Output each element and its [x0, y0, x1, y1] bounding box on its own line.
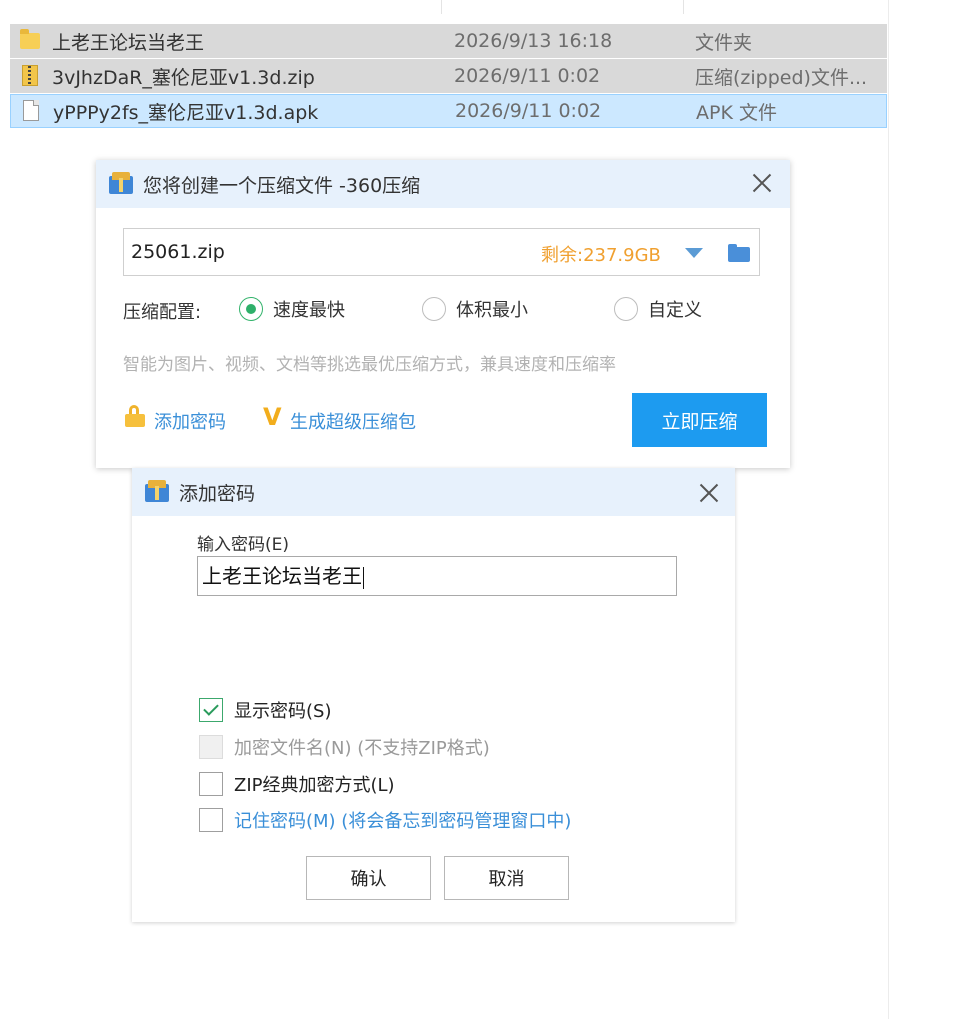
file-type: 压缩(zipped)文件...: [695, 66, 868, 89]
file-icon: [19, 99, 43, 123]
checkbox-label: 显示密码(S): [234, 701, 332, 722]
archive-filename[interactable]: 25061.zip: [131, 241, 225, 263]
checkbox-unchecked-icon[interactable]: [199, 772, 223, 796]
archive-app-icon: [145, 480, 171, 502]
radio-custom[interactable]: 自定义: [614, 296, 702, 322]
dialog-title: 您将创建一个压缩文件 -360压缩: [143, 175, 421, 197]
file-row-zip[interactable]: 3vJhzDaR_塞伦尼亚v1.3d.zip 2026/9/11 0:02 压缩…: [10, 59, 887, 93]
checkbox-label: 加密文件名(N) (不支持ZIP格式): [234, 738, 490, 759]
browse-folder-icon[interactable]: [728, 244, 750, 262]
text-caret: [363, 566, 364, 589]
close-icon[interactable]: [751, 172, 773, 194]
checkbox-checked-icon[interactable]: [199, 698, 223, 722]
file-name: 3vJhzDaR_塞伦尼亚v1.3d.zip: [52, 66, 315, 89]
zip-classic-checkbox[interactable]: ZIP经典加密方式(L): [199, 771, 395, 797]
compress-hint: 智能为图片、视频、文档等挑选最优压缩方式，兼具速度和压缩率: [123, 355, 616, 375]
checkbox-disabled-icon: [199, 735, 223, 759]
archive-path-input[interactable]: 25061.zip 剩余:237.9GB: [123, 228, 760, 276]
close-icon[interactable]: [698, 482, 720, 504]
dialog-titlebar[interactable]: 您将创建一个压缩文件 -360压缩: [96, 160, 790, 208]
radio-unselected-icon[interactable]: [614, 297, 638, 321]
password-value: 上老王论坛当老王: [202, 564, 362, 588]
config-label: 压缩配置:: [123, 302, 202, 323]
radio-fastest[interactable]: 速度最快: [239, 296, 345, 322]
folder-icon: [18, 29, 42, 53]
archive-app-icon: [109, 172, 135, 194]
compress-dialog: 您将创建一个压缩文件 -360压缩 25061.zip 剩余:237.9GB 压…: [96, 160, 790, 468]
show-password-checkbox[interactable]: 显示密码(S): [199, 697, 331, 723]
radio-unselected-icon[interactable]: [422, 297, 446, 321]
password-input-label: 输入密码(E): [197, 535, 290, 555]
radio-selected-icon[interactable]: [239, 297, 263, 321]
compress-now-button[interactable]: 立即压缩: [632, 393, 767, 447]
chevron-down-icon[interactable]: [685, 248, 703, 258]
radio-smallest[interactable]: 体积最小: [422, 296, 528, 322]
cancel-button[interactable]: 取消: [444, 856, 569, 900]
file-name: 上老王论坛当老王: [52, 31, 205, 54]
dialog-titlebar[interactable]: 添加密码: [132, 468, 735, 516]
file-type: 文件夹: [695, 31, 753, 54]
radio-label: 速度最快: [273, 300, 345, 321]
radio-label: 体积最小: [456, 300, 528, 321]
add-password-link[interactable]: 添加密码: [154, 408, 226, 434]
zip-file-icon: [18, 64, 42, 88]
file-row-apk[interactable]: yPPPy2fs_塞伦尼亚v1.3d.apk 2026/9/11 0:02 AP…: [10, 94, 887, 128]
radio-label: 自定义: [648, 300, 702, 321]
checkbox-label: 记住密码(M) (将会备忘到密码管理窗口中): [234, 811, 572, 832]
checkbox-unchecked-icon[interactable]: [199, 808, 223, 832]
column-divider: [683, 0, 684, 14]
file-name: yPPPy2fs_塞伦尼亚v1.3d.apk: [53, 101, 319, 124]
file-row-folder[interactable]: 上老王论坛当老王 2026/9/13 16:18 文件夹: [10, 24, 887, 58]
free-space-label: 剩余:237.9GB: [541, 245, 661, 266]
dialog-title: 添加密码: [179, 483, 256, 505]
file-date: 2026/9/11 0:02: [455, 100, 602, 122]
file-list: 上老王论坛当老王 2026/9/13 16:18 文件夹 3vJhzDaR_塞伦…: [0, 0, 960, 140]
remember-password-checkbox[interactable]: 记住密码(M) (将会备忘到密码管理窗口中): [199, 807, 571, 833]
password-dialog: 添加密码 输入密码(E) 上老王论坛当老王 显示密码(S) 加密文件名(N) (…: [132, 468, 735, 922]
vip-v-icon: V: [263, 403, 282, 431]
password-input[interactable]: 上老王论坛当老王: [197, 556, 677, 596]
file-date: 2026/9/11 0:02: [454, 65, 601, 87]
window-edge: [888, 0, 889, 1019]
lock-icon[interactable]: [125, 405, 145, 427]
checkbox-label: ZIP经典加密方式(L): [234, 775, 395, 796]
file-type: APK 文件: [696, 101, 777, 124]
column-divider: [441, 0, 442, 14]
encrypt-filenames-checkbox: 加密文件名(N) (不支持ZIP格式): [199, 734, 490, 760]
file-date: 2026/9/13 16:18: [454, 30, 613, 52]
super-pack-link[interactable]: 生成超级压缩包: [290, 408, 416, 434]
confirm-button[interactable]: 确认: [306, 856, 431, 900]
